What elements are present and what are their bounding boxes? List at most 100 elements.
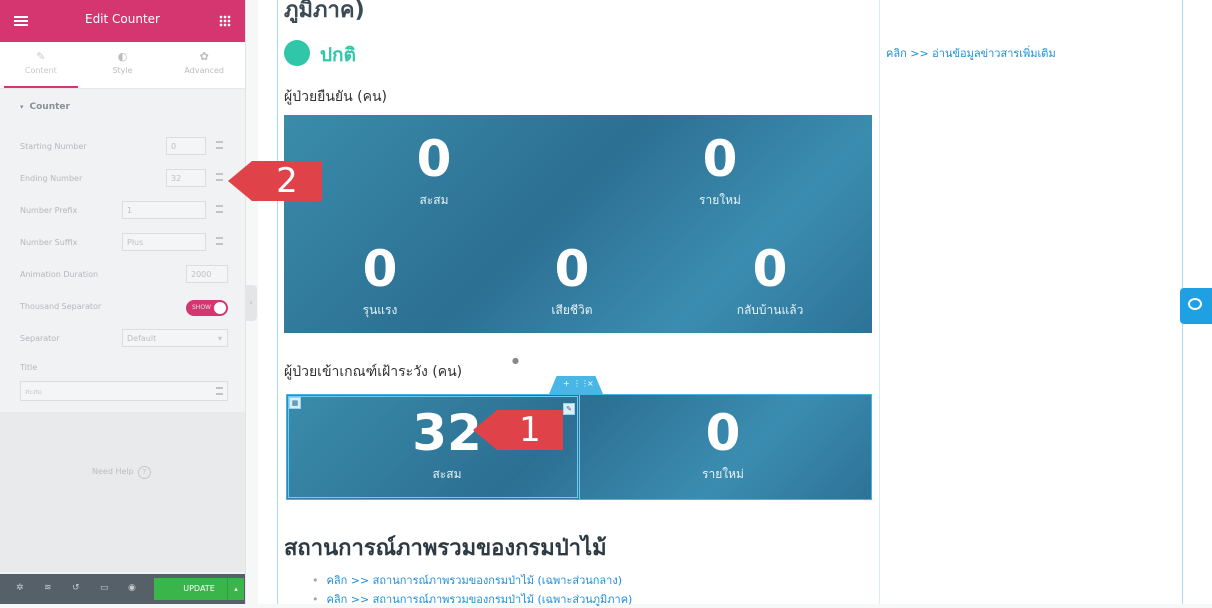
section-handle[interactable]: + ⋮⋮ × [549,376,603,394]
tab-advanced[interactable]: ✿ Advanced [163,42,245,88]
region-title: ภูมิภาค) [284,0,365,23]
panel-body: ▾ Counter Starting Number 0 Ending Number… [0,89,245,407]
control-separator: Separator Default [0,323,245,355]
stat-caption: รายใหม่ [702,467,744,481]
stat-recovered: 0 กลับบ้านแล้ว [680,243,860,320]
bullet-icon: • [312,593,319,606]
settings-gear-icon[interactable]: ✲ [16,584,25,593]
thousand-separator-toggle[interactable]: SHOW [186,300,228,316]
callout-number: 2 [252,161,322,201]
dynamic-tags-icon[interactable] [216,205,223,213]
status-label: ปกติ [320,44,356,66]
stat-value: 0 [362,240,398,298]
callout-number: 1 [497,410,563,450]
ending-number-input[interactable]: 32 [166,169,206,187]
panel-footer: ✲ ≋ ↺ ▭ ◉ UPDATE ▴ [0,574,245,604]
dynamic-tags-icon[interactable] [216,173,223,181]
section-counter-label: Counter [29,102,70,112]
control-title: Title สะสม [0,355,245,407]
control-thousand-separator: Thousand Separator SHOW [0,291,245,323]
stat-caption: รายใหม่ [699,193,741,207]
dynamic-tags-icon[interactable] [216,387,223,395]
overview-title: สถานการณ์ภาพรวมของกรมป่าไม้ [284,536,607,561]
control-number-suffix: Number Suffix Plus [0,227,245,259]
tab-advanced-label: Advanced [184,66,224,75]
need-help-link[interactable]: Need Help? [92,466,151,479]
number-prefix-label: Number Prefix [20,206,78,215]
stat-value: 0 [416,130,452,188]
chat-bubble-icon [1188,298,1202,310]
number-suffix-input[interactable]: Plus [122,233,206,251]
widget-edit-icon[interactable]: ✎ [563,403,575,415]
close-icon[interactable]: × [587,379,594,388]
pencil-icon: ✎ [36,50,46,63]
overview-link[interactable]: • คลิก >> สถานการณ์ภาพรวมของกรมป่าไม้ (เฉ… [312,590,632,608]
collapse-panel-handle[interactable]: ‹ [245,285,257,321]
watch-stats-card[interactable]: ▦ ✎ 32 สะสม 0 รายใหม่ [286,394,872,500]
starting-number-label: Starting Number [20,142,87,151]
need-help-area: Need Help? [0,412,245,572]
chat-button[interactable] [1180,288,1212,324]
title-label: Title [20,363,38,372]
title-input[interactable]: สะสม [20,381,228,401]
separator-label: Separator [20,334,60,343]
add-icon[interactable]: + [563,379,570,388]
overview-link-text: คลิก >> สถานการณ์ภาพรวมของกรมป่าไม้ (เฉพ… [326,593,633,606]
stat-deaths: 0 เสียชีวิต [482,243,662,320]
stat-value: 0 [554,240,590,298]
starting-number-input[interactable]: 0 [166,137,206,155]
callout-arrow-icon [473,410,497,450]
animation-duration-label: Animation Duration [20,270,99,279]
toggle-text: SHOW [192,304,211,311]
stat-value: 0 [752,240,788,298]
update-label: UPDATE [183,584,215,593]
widgets-grid-icon[interactable] [219,15,231,27]
number-prefix-input[interactable]: 1 [122,201,206,219]
panel-header: Edit Counter [0,0,245,42]
tab-content[interactable]: ✎ Content [0,42,82,88]
callout-1: 1 [473,410,563,450]
navigator-layers-icon[interactable]: ≋ [44,584,53,593]
stat-value: 0 [702,130,738,188]
editor-panel: Edit Counter ✎ Content ◐ Style ✿ Advance… [0,0,246,604]
contrast-icon: ◐ [117,50,128,63]
control-ending-number: Ending Number 32 [0,163,245,195]
confirmed-stats-card[interactable]: 0 สะสม 0 รายใหม่ 0 รุนแรง 0 เสียชีวิต 0 … [284,115,872,333]
update-button[interactable]: UPDATE ▴ [154,578,244,600]
caret-down-icon: ▾ [20,103,24,111]
tab-style-label: Style [112,66,133,75]
need-help-label: Need Help [92,467,134,476]
stat-caption: สะสม [432,467,462,481]
tab-style[interactable]: ◐ Style [82,42,164,88]
section-counter[interactable]: ▾ Counter [0,89,245,125]
stat-caption: กลับบ้านแล้ว [736,303,804,317]
ending-number-label: Ending Number [20,174,83,183]
question-icon: ? [137,466,151,479]
overview-link[interactable]: • คลิก >> สถานการณ์ภาพรวมของกรมป่าไม้ (เฉ… [312,571,622,589]
preview-eye-icon[interactable]: ◉ [128,584,137,593]
column-divider [579,395,580,499]
control-number-prefix: Number Prefix 1 [0,195,245,227]
watch-stat-new[interactable]: 0 รายใหม่ [623,407,823,484]
news-link[interactable]: คลิก >> อ่านข้อมูลข่าวสารเพิ่มเติม [886,44,1056,62]
dynamic-tags-icon[interactable] [216,141,223,149]
stat-severe: 0 รุนแรง [290,243,470,320]
callout-arrow-icon [228,161,252,201]
history-icon[interactable]: ↺ [72,584,81,593]
status-dot-icon [284,40,310,66]
separator-select[interactable]: Default [122,329,228,348]
gear-icon: ✿ [199,50,209,63]
caret-up-icon[interactable]: ▴ [227,578,244,600]
panel-tabs: ✎ Content ◐ Style ✿ Advanced [0,42,245,89]
column-edit-icon[interactable]: ▦ [289,397,301,409]
animation-duration-input[interactable]: 2000 [186,265,228,283]
control-starting-number: Starting Number 0 [0,131,245,163]
bullet-icon: • [312,574,319,587]
dynamic-tags-icon[interactable] [216,237,223,245]
panel-title: Edit Counter [84,12,160,26]
responsive-desktop-icon[interactable]: ▭ [100,584,109,593]
watch-heading: ผู้ป่วยเข้าเกณฑ์เฝ้าระวัง (คน) [284,364,463,380]
tab-content-label: Content [24,66,57,75]
column-guide-line [277,0,278,604]
stat-caption: เสียชีวิต [551,303,593,317]
